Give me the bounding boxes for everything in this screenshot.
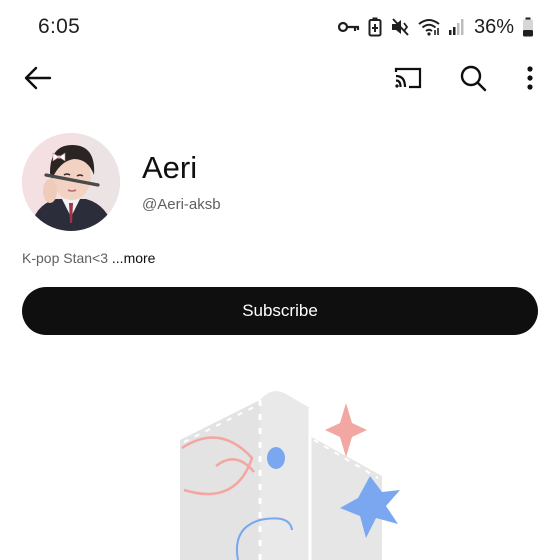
channel-name: Aeri — [142, 150, 197, 186]
subscribe-button[interactable]: Subscribe — [22, 287, 538, 335]
status-bar: 6:05 36% — [0, 0, 560, 54]
search-icon — [459, 64, 487, 97]
key-icon — [338, 20, 360, 34]
description-text: K-pop Stan<3 — [22, 250, 112, 266]
back-arrow-icon — [24, 66, 52, 95]
channel-description[interactable]: K-pop Stan<3 ...more — [22, 250, 155, 266]
more-options-button[interactable] — [510, 60, 550, 100]
app-bar — [0, 54, 560, 110]
more-vert-icon — [526, 65, 534, 96]
cast-icon — [394, 66, 422, 95]
cast-button[interactable] — [388, 60, 428, 100]
data-saver-icon — [368, 17, 382, 37]
status-time: 6:05 — [38, 15, 80, 39]
empty-state-illustration — [160, 378, 400, 560]
more-link[interactable]: ...more — [112, 250, 156, 266]
subscribe-label: Subscribe — [242, 301, 318, 321]
back-button[interactable] — [18, 60, 58, 100]
search-button[interactable] — [453, 60, 493, 100]
avatar[interactable] — [22, 133, 120, 231]
wifi-icon — [418, 18, 440, 36]
battery-percentage: 36% — [474, 16, 514, 39]
battery-icon — [522, 17, 534, 37]
status-icons: 36% — [338, 14, 534, 40]
channel-handle: @Aeri-aksb — [142, 196, 221, 213]
signal-icon — [448, 18, 464, 36]
vibrate-mute-icon — [390, 17, 410, 37]
